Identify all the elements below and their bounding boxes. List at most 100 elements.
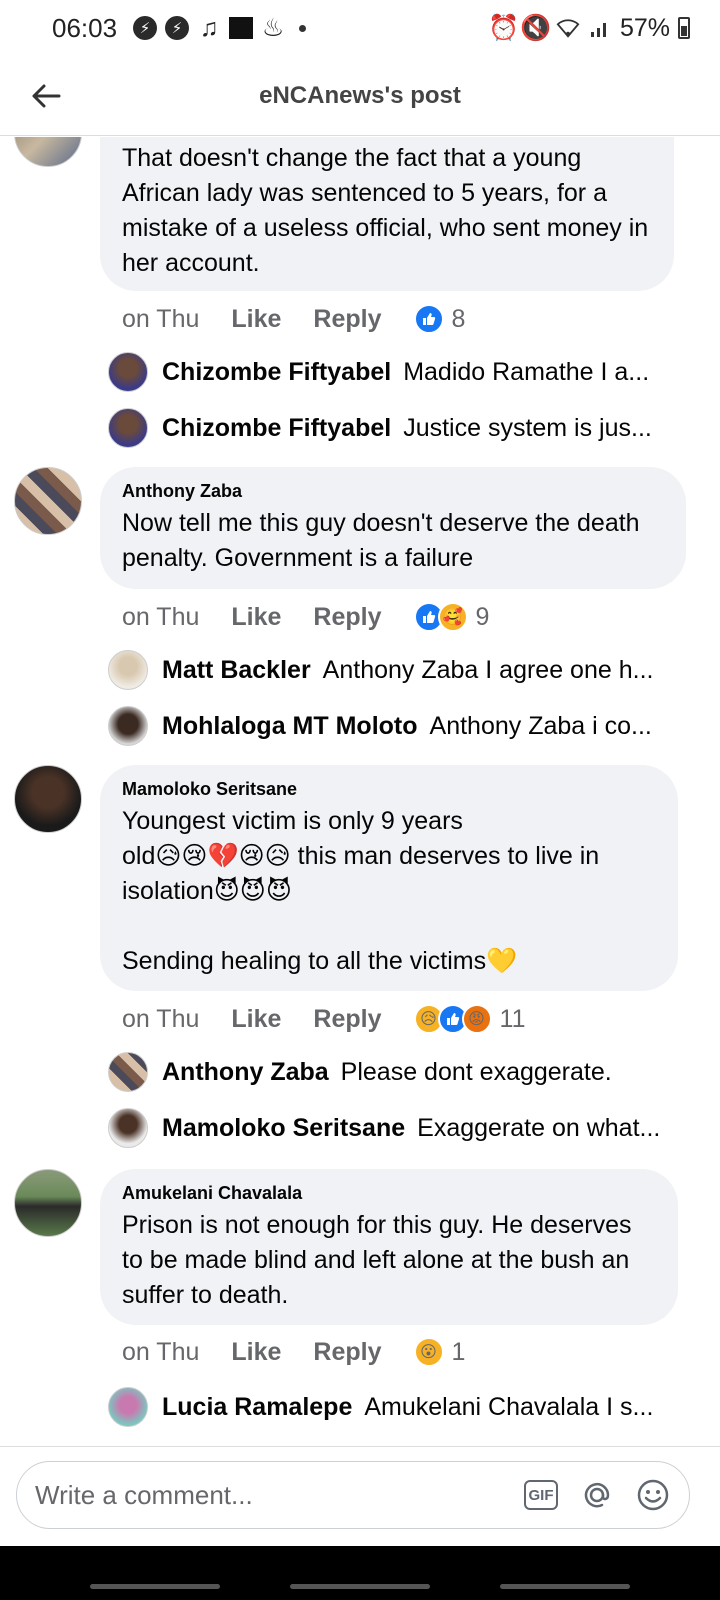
reply-avatar (108, 706, 148, 746)
comment-actions: on Thu Like Reply 😥 😡 11 (122, 1001, 525, 1037)
battery-icon (678, 17, 690, 39)
reply-avatar (108, 1387, 148, 1427)
reply-preview[interactable]: Matt Backler Anthony Zaba I agree one h.… (108, 649, 653, 691)
reaction-count: 8 (451, 304, 466, 333)
reply-author[interactable]: Chizombe Fiftyabel (162, 414, 391, 443)
reply-button[interactable]: Reply (313, 1005, 381, 1034)
comment-time[interactable]: on Thu (122, 603, 199, 632)
reply-avatar (108, 352, 148, 392)
comment-author[interactable]: Mamoloko Seritsane (122, 779, 656, 800)
angry-reaction-icon: 😡 (461, 1004, 492, 1034)
commenter-avatar[interactable] (14, 467, 82, 535)
reply-text: Please dont exaggerate. (340, 1057, 612, 1086)
comment-author[interactable]: Amukelani Chavalala (122, 1183, 656, 1204)
gif-button[interactable]: GIF (523, 1477, 559, 1513)
reply-preview[interactable]: Mamoloko Seritsane Exaggerate on what... (108, 1107, 660, 1149)
like-button[interactable]: Like (231, 1005, 281, 1034)
reply-preview[interactable]: Lucia Ramalepe Amukelani Chavalala I s..… (108, 1386, 653, 1428)
comment-text-line: Youngest victim is only 9 years (122, 807, 463, 835)
comment-actions: on Thu Like Reply 8 (122, 301, 465, 337)
commenter-avatar[interactable] (14, 137, 82, 167)
like-reaction-icon (413, 304, 444, 334)
gif-icon: GIF (524, 1480, 558, 1510)
reply-text: Anthony Zaba i co... (429, 711, 652, 740)
commenter-avatar[interactable] (14, 765, 82, 833)
reply-author[interactable]: Mohlaloga MT Moloto (162, 712, 418, 741)
comment-placeholder[interactable]: Write a comment... (35, 1480, 503, 1511)
page-title: eNCAnews's post (259, 81, 461, 109)
reply-button[interactable]: Reply (313, 1338, 381, 1367)
more-notifications-icon (299, 24, 307, 32)
reply-preview[interactable]: Mohlaloga MT Moloto Anthony Zaba i co... (108, 705, 652, 747)
comment-text-line: Sending healing to all the victims💛 (122, 947, 518, 975)
comments-feed[interactable]: That doesn't change the fact that a youn… (0, 137, 720, 1445)
wifi-icon (556, 16, 580, 40)
reply-text: Madido Ramathe I a... (403, 357, 650, 386)
reply-avatar (108, 1108, 148, 1148)
battery-percent: 57% (619, 13, 670, 42)
reactions-summary[interactable]: 😮 1 (413, 1337, 466, 1367)
reply-author[interactable]: Chizombe Fiftyabel (162, 358, 391, 387)
comment-actions: on Thu Like Reply 😮 1 (122, 1334, 465, 1370)
reply-author[interactable]: Matt Backler (162, 656, 311, 685)
mute-icon: 🔇 (520, 13, 552, 42)
home-button[interactable] (290, 1584, 430, 1589)
comment-text: Now tell me this guy doesn't deserve the… (122, 509, 647, 572)
system-navigation-bar (0, 1546, 720, 1600)
alarm-icon: ⏰ (488, 13, 520, 42)
reply-preview[interactable]: Anthony Zaba Please dont exaggerate. (108, 1051, 612, 1093)
post-header: eNCAnews's post (0, 56, 720, 136)
emoji-button[interactable] (635, 1477, 671, 1513)
app-notification-icon (229, 17, 254, 39)
reply-author[interactable]: Anthony Zaba (162, 1058, 329, 1087)
reply-preview[interactable]: Chizombe Fiftyabel Madido Ramathe I a... (108, 351, 649, 393)
mention-icon (584, 1482, 610, 1508)
comment-text-line: old😥😢💔😢😥 this man deserves to live in (122, 842, 600, 870)
mention-button[interactable] (579, 1477, 615, 1513)
comment-bubble[interactable]: That doesn't change the fact that a youn… (100, 137, 674, 291)
comment-composer-bar: Write a comment... GIF (0, 1446, 720, 1546)
like-button[interactable]: Like (231, 305, 281, 334)
comment-time[interactable]: on Thu (122, 1338, 199, 1367)
back-button[interactable] (22, 72, 70, 120)
reply-avatar (108, 650, 148, 690)
reactions-summary[interactable]: 😥 😡 11 (413, 1004, 526, 1034)
comment-bubble[interactable]: Amukelani Chavalala Prison is not enough… (100, 1169, 678, 1325)
comment-author[interactable]: Anthony Zaba (122, 481, 664, 502)
back-arrow-icon (32, 84, 61, 108)
reaction-count: 1 (451, 1337, 466, 1366)
reply-text: Exaggerate on what... (417, 1113, 661, 1142)
notification-icon: ♨ (261, 14, 285, 42)
reply-button[interactable]: Reply (313, 305, 381, 334)
reaction-count: 9 (475, 602, 490, 631)
reactions-summary[interactable]: 8 (413, 304, 466, 334)
reaction-count: 11 (499, 1004, 526, 1033)
reply-avatar (108, 1052, 148, 1092)
reply-preview[interactable]: Chizombe Fiftyabel Justice system is jus… (108, 407, 652, 449)
like-button[interactable]: Like (231, 1338, 281, 1367)
comment-text-line (122, 909, 656, 944)
reply-author[interactable]: Mamoloko Seritsane (162, 1114, 405, 1143)
reactions-summary[interactable]: 🥰 9 (413, 602, 490, 632)
comment-text: That doesn't change the fact that a youn… (122, 144, 656, 277)
back-nav-button[interactable] (500, 1584, 630, 1589)
care-reaction-icon: 🥰 (437, 602, 468, 632)
notification-icon: ⚡ (133, 16, 158, 40)
music-icon: ♫ (199, 13, 219, 42)
like-button[interactable]: Like (231, 603, 281, 632)
reply-button[interactable]: Reply (313, 603, 381, 632)
emoji-icon (637, 1479, 669, 1511)
comment-time[interactable]: on Thu (122, 1005, 199, 1034)
notification-icon: ⚡ (165, 16, 190, 40)
comment-bubble[interactable]: Mamoloko Seritsane Youngest victim is on… (100, 765, 678, 991)
status-bar: 06:03 ⚡ ⚡ ♫ ♨ ⏰ 🔇 57% (0, 0, 720, 56)
reply-text: Justice system is jus... (403, 413, 652, 442)
comment-bubble[interactable]: Anthony Zaba Now tell me this guy doesn'… (100, 467, 686, 589)
reply-author[interactable]: Lucia Ramalepe (162, 1393, 352, 1422)
comment-time[interactable]: on Thu (122, 305, 199, 334)
recent-apps-button[interactable] (90, 1584, 220, 1589)
comment-input[interactable]: Write a comment... GIF (16, 1461, 690, 1529)
reply-text: Anthony Zaba I agree one h... (322, 655, 654, 684)
comment-text: Prison is not enough for this guy. He de… (122, 1211, 639, 1309)
commenter-avatar[interactable] (14, 1169, 82, 1237)
